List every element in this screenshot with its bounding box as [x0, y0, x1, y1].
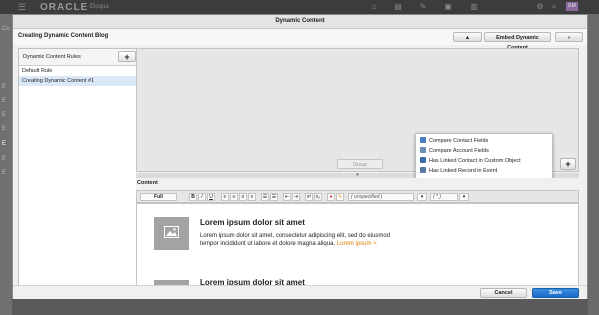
- avatar[interactable]: EM: [566, 2, 578, 11]
- block-heading: Lorem ipsum dolor sit amet: [200, 218, 305, 227]
- italic-button[interactable]: I: [198, 193, 206, 201]
- search-icon[interactable]: ⌕: [548, 2, 560, 11]
- image-icon: [164, 226, 179, 238]
- underline-button[interactable]: U: [207, 193, 215, 201]
- align-center-icon[interactable]: ≡: [230, 193, 238, 201]
- editor-toolbar: Full B I U ≡ ≡ ≡ ≡ ☰ ☰ ⇤ ⇥ x² x₂ ● ✎ ( u…: [136, 190, 579, 203]
- rules-panel: Dynamic Content Rules + Default Rule Cre…: [18, 48, 140, 294]
- font-family-select[interactable]: ( unspecified ): [348, 193, 414, 201]
- bg-side-label: E: [2, 84, 7, 90]
- background-sidebar: Co E E E E E E E: [0, 14, 12, 315]
- settings-icon[interactable]: ⚙: [534, 2, 546, 11]
- align-right-icon[interactable]: ≡: [239, 193, 247, 201]
- triangle-icon[interactable]: ▲: [453, 32, 482, 42]
- view-mode-select[interactable]: Full: [140, 193, 177, 201]
- content-section: Content Full B I U ≡ ≡ ≡ ≡ ☰ ☰ ⇤ ⇥ x² x₂…: [136, 178, 579, 294]
- dynamic-content-dialog: Dynamic Content Creating Dynamic Content…: [12, 14, 588, 299]
- ordered-list-icon[interactable]: ☰: [261, 193, 269, 201]
- menu-item-label: Has Linked Record in Event: [429, 168, 498, 174]
- add-criteria-menu: Compare Contact Fields Compare Account F…: [415, 133, 553, 179]
- highlight-icon[interactable]: ✎: [336, 193, 344, 201]
- menu-item[interactable]: Compare Contact Fields: [416, 136, 552, 146]
- background-right-strip: [588, 14, 599, 315]
- menu-item[interactable]: Compare Account Fields: [416, 146, 552, 156]
- bg-side-label: E: [2, 112, 7, 118]
- oracle-logo: ORACLE: [40, 2, 89, 13]
- assets-icon[interactable]: ▤: [392, 2, 404, 11]
- image-placeholder-icon[interactable]: [154, 217, 189, 250]
- contact-fields-icon: [420, 137, 426, 143]
- dialog-subheader: Creating Dynamic Content Blog ▲ Embed Dy…: [13, 29, 587, 51]
- block-link[interactable]: Lorem ipsum >: [337, 241, 377, 247]
- add-criteria-button[interactable]: +: [560, 158, 576, 170]
- custom-object-icon: [420, 157, 426, 163]
- indent-icon[interactable]: ⇥: [292, 193, 300, 201]
- menu-item-label: Compare Contact Fields: [429, 138, 489, 144]
- account-fields-icon: [420, 147, 426, 153]
- rule-item[interactable]: Creating Dynamic Content #1: [19, 76, 139, 86]
- menu-item-label: Compare Account Fields: [429, 148, 489, 154]
- content-name: Creating Dynamic Content Blog: [18, 33, 109, 39]
- font-size-dropdown-icon[interactable]: ▾: [459, 193, 469, 201]
- superscript-button[interactable]: x²: [305, 193, 313, 201]
- bg-side-label: E: [2, 170, 7, 176]
- expand-button[interactable]: »: [555, 32, 583, 42]
- cancel-button[interactable]: Cancel: [480, 288, 527, 298]
- app-top-bar: ☰ ORACLE Eloqua ⌂ ▤ ✎ ▣ ▥ ⚙ ⌕ EM: [0, 0, 599, 14]
- event-icon: [420, 167, 426, 173]
- bg-side-label: E: [2, 126, 7, 132]
- rule-item[interactable]: Default Rule: [19, 66, 139, 76]
- group-button[interactable]: Group: [337, 159, 383, 169]
- unordered-list-icon[interactable]: ☰: [270, 193, 278, 201]
- bg-side-label: E: [2, 98, 7, 104]
- add-rule-button[interactable]: +: [118, 51, 136, 62]
- menu-item[interactable]: Has Linked Record in Event: [416, 166, 552, 176]
- bg-side-label: E: [2, 156, 7, 162]
- rules-header-label: Dynamic Content Rules: [23, 54, 81, 60]
- hamburger-menu-icon[interactable]: ☰: [18, 3, 26, 12]
- product-name: Eloqua: [90, 4, 109, 10]
- content-editor[interactable]: Lorem ipsum dolor sit amet Lorem ipsum d…: [136, 203, 579, 294]
- campaigns-icon[interactable]: ✎: [417, 2, 429, 11]
- insight-icon[interactable]: ▥: [468, 2, 480, 11]
- align-left-icon[interactable]: ≡: [221, 193, 229, 201]
- bg-side-label: E: [2, 141, 7, 147]
- font-size-select[interactable]: ( * ): [430, 193, 458, 201]
- bold-button[interactable]: B: [189, 193, 197, 201]
- home-icon[interactable]: ⌂: [368, 2, 380, 11]
- bg-side-label: Co: [2, 26, 10, 32]
- contacts-icon[interactable]: ▣: [442, 2, 454, 11]
- menu-item-label: Has Linked Contact in Custom Object: [429, 158, 521, 164]
- rules-header: Dynamic Content Rules +: [19, 49, 139, 66]
- outdent-icon[interactable]: ⇤: [283, 193, 291, 201]
- font-family-dropdown-icon[interactable]: ▾: [417, 193, 427, 201]
- save-button[interactable]: Save: [532, 288, 579, 298]
- justify-icon[interactable]: ≡: [248, 193, 256, 201]
- block-body: Lorem ipsum dolor sit amet, consectetur …: [200, 232, 395, 248]
- subscript-button[interactable]: x₂: [314, 193, 322, 201]
- embed-dynamic-content-button[interactable]: Embed Dynamic Content: [484, 32, 551, 51]
- text-color-icon[interactable]: ●: [327, 193, 335, 201]
- dialog-title: Dynamic Content: [13, 15, 587, 29]
- content-label: Content: [137, 180, 158, 186]
- menu-item[interactable]: Has Linked Contact in Custom Object: [416, 156, 552, 166]
- dialog-footer: Cancel Save: [13, 285, 587, 299]
